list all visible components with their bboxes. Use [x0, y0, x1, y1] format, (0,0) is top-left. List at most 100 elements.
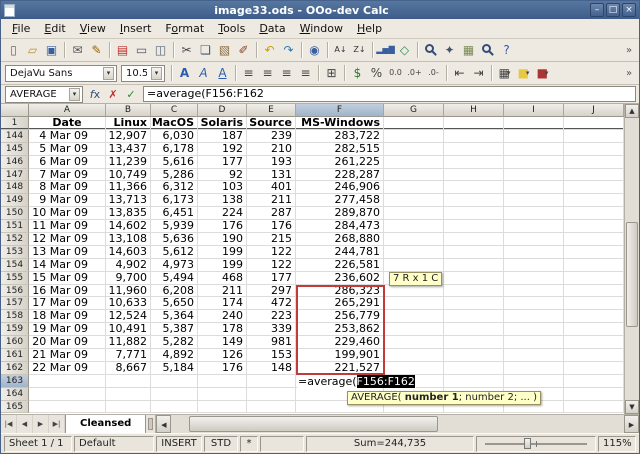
cell-J146[interactable] [564, 156, 624, 169]
cell-C146[interactable]: 5,616 [151, 156, 198, 169]
menu-data[interactable]: Data [252, 20, 292, 37]
first-sheet-icon[interactable]: |◀ [1, 415, 17, 433]
decrease-indent-icon[interactable]: ⇤ [450, 64, 469, 83]
cell-A161[interactable]: 21 Mar 09 [29, 349, 106, 362]
cell-H159[interactable] [444, 323, 504, 336]
column-header-B[interactable]: B [106, 104, 151, 117]
cell-F148[interactable]: 246,906 [296, 181, 384, 194]
cell-H163[interactable] [444, 375, 504, 388]
cell-D155[interactable]: 468 [198, 272, 247, 285]
cell-D156[interactable]: 211 [198, 285, 247, 298]
vertical-scrollbar[interactable]: ▲ ▼ [624, 104, 639, 414]
cell-C151[interactable]: 5,939 [151, 220, 198, 233]
cell-G152[interactable] [384, 233, 444, 246]
number-format-currency-icon[interactable]: $ [348, 64, 367, 83]
sort-ascending-icon[interactable]: A↓ [331, 41, 350, 60]
cell-E165[interactable] [247, 401, 296, 414]
cell-J149[interactable] [564, 194, 624, 207]
cell-I1[interactable] [504, 117, 564, 130]
function-wizard-icon[interactable]: fx [86, 86, 104, 102]
cell-J153[interactable] [564, 246, 624, 259]
draw-functions-icon[interactable]: ◇ [395, 41, 414, 60]
row-header-160[interactable]: 160 [1, 336, 29, 349]
cell-E159[interactable]: 339 [247, 323, 296, 336]
merge-cells-icon[interactable]: ⊞ [322, 64, 341, 83]
cell-H151[interactable] [444, 220, 504, 233]
cell-G145[interactable] [384, 143, 444, 156]
cell-G156[interactable] [384, 285, 444, 298]
cell-B161[interactable]: 7,771 [106, 349, 151, 362]
new-document-icon[interactable]: ▯ [4, 41, 23, 60]
cell-G153[interactable] [384, 246, 444, 259]
cell-A154[interactable]: 14 Mar 09 [29, 259, 106, 272]
maximize-button[interactable]: □ [606, 3, 620, 17]
cell-edit-overlay[interactable]: =average(F156:F162 [297, 375, 416, 388]
cell-I147[interactable] [504, 169, 564, 182]
cell-A155[interactable]: 15 Mar 09 [29, 272, 106, 285]
zoom-slider-thumb[interactable] [524, 438, 531, 449]
cell-B164[interactable] [106, 388, 151, 401]
cell-B151[interactable]: 14,602 [106, 220, 151, 233]
cell-D144[interactable]: 187 [198, 130, 247, 143]
menu-format[interactable]: Format [158, 20, 211, 37]
row-header-146[interactable]: 146 [1, 156, 29, 169]
selection-mode-indicator[interactable]: STD [204, 436, 238, 452]
cell-C144[interactable]: 6,030 [151, 130, 198, 143]
cell-A144[interactable]: 4 Mar 09 [29, 130, 106, 143]
cell-B165[interactable] [106, 401, 151, 414]
cell-H155[interactable] [444, 272, 504, 285]
add-decimal-icon[interactable]: .0+ [405, 64, 424, 83]
cell-F149[interactable]: 277,458 [296, 194, 384, 207]
cell-C150[interactable]: 6,451 [151, 207, 198, 220]
cell-H147[interactable] [444, 169, 504, 182]
row-header-151[interactable]: 151 [1, 220, 29, 233]
cell-J161[interactable] [564, 349, 624, 362]
cell-F147[interactable]: 228,287 [296, 169, 384, 182]
open-folder-icon[interactable]: ▱ [23, 41, 42, 60]
cell-A148[interactable]: 8 Mar 09 [29, 181, 106, 194]
cell-B150[interactable]: 13,835 [106, 207, 151, 220]
cell-J154[interactable] [564, 259, 624, 272]
insert-chart-icon[interactable]: ▂▅▇ [376, 41, 395, 60]
cell-E161[interactable]: 153 [247, 349, 296, 362]
scroll-down-icon[interactable]: ▼ [625, 400, 639, 414]
gallery-icon[interactable]: ▦ [459, 41, 478, 60]
minimize-button[interactable]: – [590, 3, 604, 17]
align-justify-icon[interactable]: ≡ [296, 64, 315, 83]
cell-H152[interactable] [444, 233, 504, 246]
cell-H148[interactable] [444, 181, 504, 194]
cell-E154[interactable]: 122 [247, 259, 296, 272]
cell-D151[interactable]: 176 [198, 220, 247, 233]
cell-G1[interactable] [384, 117, 444, 130]
format-paintbrush-icon[interactable]: ✐ [234, 41, 253, 60]
column-header-D[interactable]: D [198, 104, 247, 117]
formula-input[interactable]: =average(F156:F162 [143, 86, 636, 102]
cell-H145[interactable] [444, 143, 504, 156]
cell-A156[interactable]: 16 Mar 09 [29, 285, 106, 298]
number-format-standard-icon[interactable]: 0.0 [386, 64, 405, 83]
cell-J152[interactable] [564, 233, 624, 246]
cell-F156[interactable]: 286,323 [296, 285, 384, 298]
cell-F155[interactable]: 236,602 [296, 272, 384, 285]
cell-G147[interactable] [384, 169, 444, 182]
cell-A152[interactable]: 12 Mar 09 [29, 233, 106, 246]
cell-I150[interactable] [504, 207, 564, 220]
cell-E160[interactable]: 981 [247, 336, 296, 349]
cell-E152[interactable]: 215 [247, 233, 296, 246]
cell-E158[interactable]: 223 [247, 310, 296, 323]
cell-D160[interactable]: 149 [198, 336, 247, 349]
cell-I151[interactable] [504, 220, 564, 233]
toolbar-more-icon[interactable]: » [622, 64, 636, 83]
cell-A163[interactable] [29, 375, 106, 388]
menu-edit[interactable]: Edit [37, 20, 72, 37]
column-header-F[interactable]: F [296, 104, 384, 117]
column-header-E[interactable]: E [247, 104, 296, 117]
cell-A145[interactable]: 5 Mar 09 [29, 143, 106, 156]
cell-E163[interactable] [247, 375, 296, 388]
edit-file-icon[interactable]: ✎ [87, 41, 106, 60]
row-header-153[interactable]: 153 [1, 246, 29, 259]
help-icon[interactable]: ? [497, 41, 516, 60]
cell-I158[interactable] [504, 310, 564, 323]
row-header-156[interactable]: 156 [1, 285, 29, 298]
zoom-level[interactable]: 115% [598, 436, 636, 452]
